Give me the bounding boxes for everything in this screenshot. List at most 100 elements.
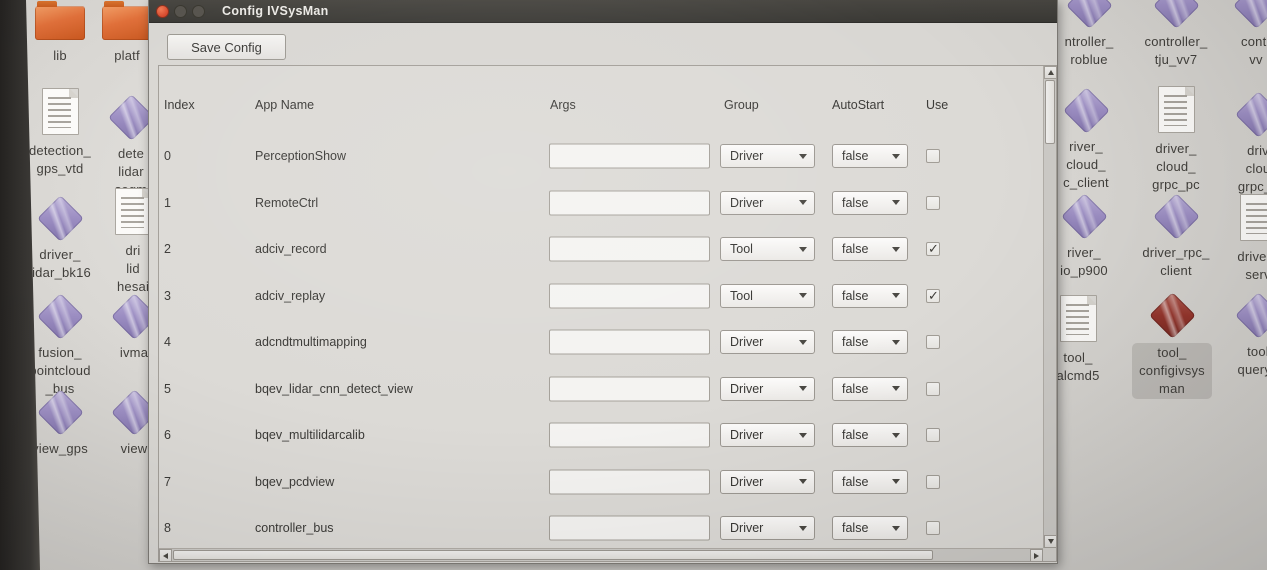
args-input[interactable] [549, 237, 710, 262]
autostart-select[interactable]: false [832, 191, 908, 215]
args-input[interactable] [549, 516, 710, 541]
app-icon [1153, 193, 1200, 240]
scroll-down-button[interactable] [1044, 535, 1057, 548]
autostart-select[interactable]: false [832, 237, 908, 261]
autostart-select-value: false [833, 382, 892, 396]
autostart-select[interactable]: false [832, 284, 908, 308]
table-frame: Index App Name Args Group AutoStart Use … [158, 65, 1057, 562]
autostart-select[interactable]: false [832, 423, 908, 447]
autostart-select-value: false [833, 521, 892, 535]
desktop-icon-controller-vv[interactable]: contrvv [1194, 0, 1267, 69]
table-row: 4 adcndtmultimapping Driver false ✓ [160, 319, 1042, 365]
arrow-up-icon [1048, 70, 1054, 75]
row-app-name: adciv_record [255, 242, 327, 256]
table-row: 7 bqev_pcdview Driver false ✓ [160, 459, 1042, 505]
app-icon [1066, 0, 1113, 28]
vertical-scrollbar-thumb[interactable] [1045, 80, 1055, 144]
use-checkbox[interactable]: ✓ [926, 149, 940, 163]
window-title: Config IVSysMan [222, 4, 329, 18]
desktop-icon-label: driver_serv [1196, 248, 1267, 284]
row-index: 0 [164, 149, 171, 163]
arrow-left-icon [163, 553, 168, 559]
scrollbar-corner [1043, 548, 1056, 561]
group-select-value: Driver [721, 335, 799, 349]
chevron-down-icon [892, 386, 900, 391]
use-checkbox[interactable]: ✓ [926, 382, 940, 396]
table-row: 0 PerceptionShow Driver false ✓ [160, 133, 1042, 179]
group-select[interactable]: Driver [720, 516, 815, 540]
group-select[interactable]: Driver [720, 423, 815, 447]
desktop-icon-driver-server[interactable]: driver_serv [1196, 190, 1267, 284]
desktop-icon-label: drivclougrpc_s [1196, 142, 1267, 196]
args-input[interactable] [549, 330, 710, 355]
autostart-select[interactable]: false [832, 470, 908, 494]
autostart-select[interactable]: false [832, 144, 908, 168]
app-icon [1235, 292, 1267, 339]
row-index: 2 [164, 242, 171, 256]
autostart-select-value: false [833, 289, 892, 303]
horizontal-scrollbar-thumb[interactable] [173, 550, 933, 560]
group-select[interactable]: Driver [720, 191, 815, 215]
scroll-up-button[interactable] [1044, 66, 1057, 79]
row-index: 8 [164, 521, 171, 535]
row-index: 3 [164, 289, 171, 303]
scroll-left-button[interactable] [159, 549, 172, 562]
scroll-right-button[interactable] [1030, 549, 1043, 562]
args-input[interactable] [549, 376, 710, 401]
group-select-value: Driver [721, 196, 799, 210]
group-select[interactable]: Tool [720, 237, 815, 261]
chevron-down-icon [799, 526, 807, 531]
use-checkbox[interactable]: ✓ [926, 475, 940, 489]
args-input[interactable] [549, 423, 710, 448]
desktop-icon-tool-querym[interactable]: toolqueryn [1196, 291, 1267, 379]
window-titlebar[interactable]: Config IVSysMan [149, 0, 1057, 23]
chevron-down-icon [892, 247, 900, 252]
use-checkbox[interactable]: ✓ [926, 242, 940, 256]
autostart-select[interactable]: false [832, 330, 908, 354]
args-input[interactable] [549, 469, 710, 494]
arrow-right-icon [1034, 553, 1039, 559]
arrow-down-icon [1048, 539, 1054, 544]
table-row: 3 adciv_replay Tool false ✓ [160, 273, 1042, 319]
document-icon [1158, 86, 1195, 133]
minimize-button[interactable] [174, 5, 187, 18]
group-select-value: Driver [721, 382, 799, 396]
autostart-select[interactable]: false [832, 377, 908, 401]
document-icon [115, 188, 152, 235]
autostart-select[interactable]: false [832, 516, 908, 540]
vertical-scrollbar[interactable] [1043, 66, 1056, 548]
save-config-button[interactable]: Save Config [167, 34, 286, 60]
args-input[interactable] [549, 283, 710, 308]
use-checkbox[interactable]: ✓ [926, 289, 940, 303]
close-button[interactable] [156, 5, 169, 18]
document-icon [1060, 295, 1097, 342]
maximize-button[interactable] [192, 5, 205, 18]
row-app-name: bqev_pcdview [255, 475, 334, 489]
table-row: 5 bqev_lidar_cnn_detect_view Driver fals… [160, 366, 1042, 412]
use-checkbox[interactable]: ✓ [926, 428, 940, 442]
group-select[interactable]: Driver [720, 144, 815, 168]
chevron-down-icon [799, 433, 807, 438]
table-row: 1 RemoteCtrl Driver false ✓ [160, 180, 1042, 226]
args-input[interactable] [549, 190, 710, 215]
row-app-name: controller_bus [255, 521, 334, 535]
use-checkbox[interactable]: ✓ [926, 335, 940, 349]
use-checkbox[interactable]: ✓ [926, 521, 940, 535]
group-select-value: Driver [721, 428, 799, 442]
autostart-select-value: false [833, 196, 892, 210]
group-select[interactable]: Driver [720, 377, 815, 401]
app-icon [1149, 292, 1196, 339]
horizontal-scrollbar[interactable] [159, 548, 1043, 561]
app-icon [1061, 193, 1108, 240]
group-select[interactable]: Driver [720, 330, 815, 354]
group-select[interactable]: Tool [720, 284, 815, 308]
chevron-down-icon [799, 200, 807, 205]
args-input[interactable] [549, 144, 710, 169]
column-header-group: Group [724, 98, 759, 112]
use-checkbox[interactable]: ✓ [926, 196, 940, 210]
autostart-select-value: false [833, 475, 892, 489]
row-app-name: adciv_replay [255, 289, 325, 303]
chevron-down-icon [892, 526, 900, 531]
group-select[interactable]: Driver [720, 470, 815, 494]
desktop-icon-driver-cloud-grpc-s[interactable]: drivclougrpc_s [1196, 90, 1267, 196]
